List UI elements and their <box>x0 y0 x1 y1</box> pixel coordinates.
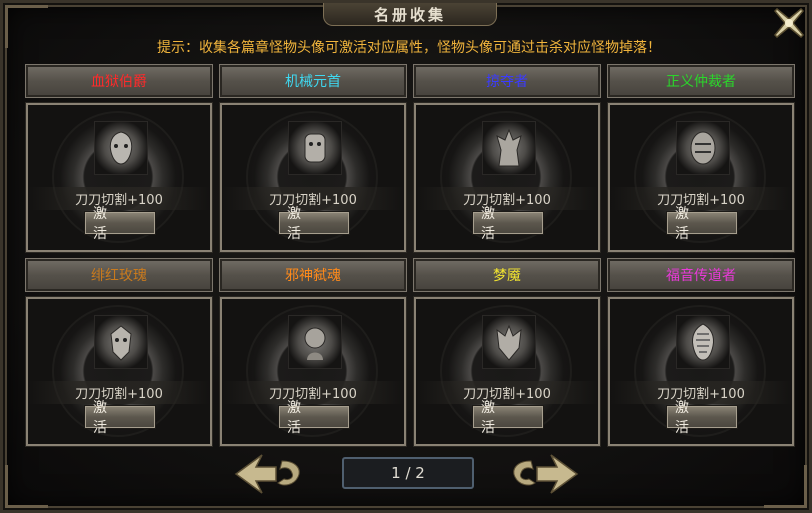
monster-name: 福音传道者 <box>607 258 795 292</box>
activate-button[interactable]: 激 活 <box>666 206 738 242</box>
activate-button[interactable]: 激 活 <box>472 400 544 436</box>
monster-portrait-icon <box>94 315 148 369</box>
hint-text: 提示：收集各篇章怪物头像可激活对应属性，怪物头像可通过击杀对应怪物掉落！ <box>157 40 661 56</box>
prev-page-button[interactable] <box>232 451 304 497</box>
next-page-button[interactable] <box>509 451 581 497</box>
monster-name: 邪神弑魂 <box>219 258 407 292</box>
pagination: 1 / 2 <box>3 449 812 499</box>
activate-button[interactable]: 激 活 <box>84 400 156 436</box>
monster-portrait-icon <box>676 121 730 175</box>
card-body: 刀刀切割+100 激 活 <box>25 296 213 447</box>
card-body: 刀刀切割+100 激 活 <box>413 296 601 447</box>
monster-portrait-icon <box>482 315 536 369</box>
monster-portrait-icon <box>288 315 342 369</box>
monster-name: 机械元首 <box>219 64 407 98</box>
monster-portrait-icon <box>94 121 148 175</box>
page-indicator: 1 / 2 <box>342 457 474 489</box>
activate-button[interactable]: 激 活 <box>84 206 156 242</box>
monster-name: 梦魇 <box>413 258 601 292</box>
monster-name: 掠夺者 <box>413 64 601 98</box>
activate-button[interactable]: 激 活 <box>278 400 350 436</box>
collection-window: 名册收集 提示：收集各篇章怪物头像可激活对应属性，怪物头像可通过击杀对应怪物掉落… <box>0 0 812 513</box>
card-body: 刀刀切割+100 激 活 <box>607 102 795 253</box>
arrow-right-icon <box>513 454 579 494</box>
window-title: 名册收集 <box>323 3 497 26</box>
activate-button[interactable]: 激 活 <box>472 206 544 242</box>
card-body: 刀刀切割+100 激 活 <box>607 296 795 447</box>
monster-portrait-icon <box>482 121 536 175</box>
monster-name: 绯红玫瑰 <box>25 258 213 292</box>
activate-button[interactable]: 激 活 <box>666 400 738 436</box>
card-body: 刀刀切割+100 激 活 <box>413 102 601 253</box>
card-body: 刀刀切割+100 激 活 <box>219 296 407 447</box>
card-body: 刀刀切割+100 激 活 <box>25 102 213 253</box>
arrow-left-icon <box>234 454 300 494</box>
monster-name: 血狱伯爵 <box>25 64 213 98</box>
monster-name: 正义仲裁者 <box>607 64 795 98</box>
activate-button[interactable]: 激 活 <box>278 206 350 242</box>
monster-portrait-icon <box>676 315 730 369</box>
card-body: 刀刀切割+100 激 活 <box>219 102 407 253</box>
monster-portrait-icon <box>288 121 342 175</box>
